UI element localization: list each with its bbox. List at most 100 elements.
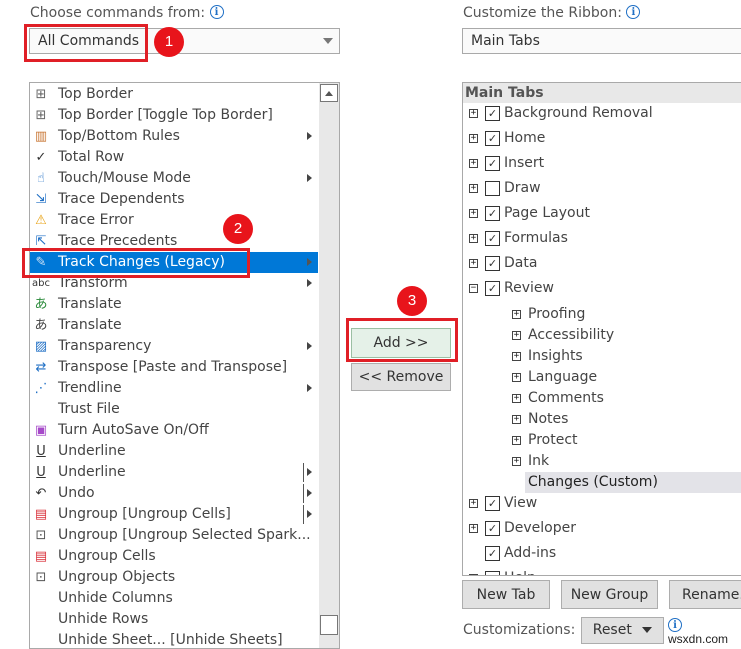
customize-ribbon-dropdown[interactable]: Main Tabs [462, 28, 741, 54]
command-item[interactable]: Unhide Columns [30, 588, 318, 609]
command-item[interactable]: ⊞ Top Border [Toggle Top Border] [30, 105, 318, 126]
command-label: Undo [58, 485, 95, 501]
ribbon-tab-item[interactable]: + ✓ Help [463, 566, 741, 575]
expand-icon[interactable]: + [512, 331, 521, 340]
commands-listbox[interactable]: ⊞ Top Border ⊞ Top Border [Toggle Top Borde… [29, 82, 340, 649]
new-group-button[interactable]: New Group [561, 580, 658, 609]
expand-icon[interactable]: + [469, 159, 478, 168]
command-item[interactable]: ⇄ Transpose [Paste and Transpose] [30, 357, 318, 378]
ribbon-tree[interactable]: Main Tabs + ✓ Background Removal + ✓ Home + ✓ In… [462, 82, 741, 576]
expand-icon[interactable]: + [512, 310, 521, 319]
remove-button[interactable]: << Remove [351, 363, 451, 391]
info-icon[interactable]: i [626, 5, 641, 19]
command-label: Transpose [Paste and Transpose] [58, 359, 288, 375]
ribbon-tab-item[interactable]: + ✓ Developer [463, 516, 741, 541]
tree-item-label: Developer [504, 520, 577, 536]
command-item[interactable]: あ Translate [30, 315, 318, 336]
ribbon-tab-item[interactable]: + Draw [463, 176, 741, 201]
tab-checkbox[interactable]: ✓ [485, 106, 500, 121]
command-item[interactable]: U Underline [30, 441, 318, 462]
expand-icon[interactable]: + [512, 394, 521, 403]
command-item[interactable]: ▨ Transparency [30, 336, 318, 357]
expand-icon[interactable]: + [469, 234, 478, 243]
command-item[interactable]: Unhide Rows [30, 609, 318, 630]
trace-dependents-icon: ⇲ [35, 192, 47, 207]
tab-checkbox[interactable]: ✓ [485, 281, 500, 296]
command-item[interactable]: ⚠ Trace Error [30, 210, 318, 231]
tab-checkbox[interactable]: ✓ [485, 156, 500, 171]
command-item[interactable]: ↶ Undo [30, 483, 318, 504]
command-item[interactable]: ✓ Total Row [30, 147, 318, 168]
command-item[interactable]: ⊡ Ungroup [Ungroup Selected Spark... [30, 525, 318, 546]
command-item[interactable]: ⇲ Trace Dependents [30, 189, 318, 210]
tab-checkbox[interactable]: ✓ [485, 571, 500, 575]
command-item[interactable]: ⊞ Top Border [30, 84, 318, 105]
command-label: Trendline [58, 380, 122, 396]
reset-button[interactable]: Reset [581, 617, 664, 644]
command-label: Transparency [58, 338, 152, 354]
ribbon-tab-item[interactable]: + ✓ View [463, 491, 741, 516]
split-separator [303, 463, 304, 482]
expand-icon[interactable]: + [469, 109, 478, 118]
command-label: Top Border [Toggle Top Border] [58, 107, 273, 123]
highlight-box-add-button [346, 318, 458, 362]
ribbon-tab-item[interactable]: + ✓ Background Removal [463, 101, 741, 126]
tab-checkbox[interactable] [485, 181, 500, 196]
expand-icon[interactable]: + [469, 184, 478, 193]
tab-checkbox[interactable]: ✓ [485, 256, 500, 271]
scroll-up-button[interactable] [320, 84, 338, 102]
ribbon-tab-item[interactable]: + ✓ Home [463, 126, 741, 151]
tab-checkbox[interactable]: ✓ [485, 546, 500, 561]
tab-checkbox[interactable]: ✓ [485, 206, 500, 221]
expand-icon[interactable]: + [512, 352, 521, 361]
command-item[interactable]: U Underline [30, 462, 318, 483]
expand-icon[interactable]: + [469, 574, 478, 575]
command-label: Trace Error [58, 212, 134, 228]
command-item[interactable]: ▣ Turn AutoSave On/Off [30, 420, 318, 441]
expand-icon[interactable]: + [512, 415, 521, 424]
scroll-thumb[interactable] [320, 615, 338, 635]
expand-icon[interactable]: + [469, 134, 478, 143]
command-item[interactable]: ▥ Top/Bottom Rules [30, 126, 318, 147]
ribbon-tab-item[interactable]: + ✓ Insert [463, 151, 741, 176]
reset-label: Reset [592, 622, 632, 638]
expand-icon[interactable]: + [469, 499, 478, 508]
expand-icon[interactable]: + [469, 259, 478, 268]
ribbon-tab-item[interactable]: − ✓ Review [463, 276, 741, 301]
ribbon-tab-item[interactable]: + ✓ Page Layout [463, 201, 741, 226]
tab-checkbox[interactable]: ✓ [485, 521, 500, 536]
expand-icon[interactable]: + [512, 436, 521, 445]
submenu-arrow-icon [307, 279, 312, 287]
expand-icon[interactable]: + [469, 209, 478, 218]
command-item[interactable]: ▤ Ungroup [Ungroup Cells] [30, 504, 318, 525]
commands-scrollbar[interactable] [319, 83, 339, 648]
info-icon[interactable]: i [668, 618, 682, 632]
rename-button[interactable]: Rename... [669, 580, 741, 609]
command-item[interactable]: Trust File [30, 399, 318, 420]
command-item[interactable]: ▤ Ungroup Cells [30, 546, 318, 567]
tab-checkbox[interactable]: ✓ [485, 131, 500, 146]
tab-checkbox[interactable]: ✓ [485, 231, 500, 246]
ribbon-tab-item[interactable]: ✓ Add-ins [463, 541, 741, 566]
chevron-down-icon [323, 38, 333, 44]
ribbon-tab-item[interactable]: + ✓ Formulas [463, 226, 741, 251]
tab-checkbox[interactable]: ✓ [485, 496, 500, 511]
info-icon[interactable]: i [209, 5, 224, 19]
step-badge-1: 1 [154, 27, 184, 57]
command-label: Top Border [58, 86, 134, 102]
expand-icon[interactable]: + [512, 373, 521, 382]
tree-item-label: Draw [504, 180, 541, 196]
command-item[interactable]: Unhide Sheet... [Unhide Sheets] [30, 630, 318, 648]
command-label: Unhide Sheet... [Unhide Sheets] [58, 632, 283, 648]
command-item[interactable]: あ Translate [30, 294, 318, 315]
expand-icon[interactable]: + [469, 524, 478, 533]
highlight-box-track-changes [22, 248, 250, 278]
collapse-icon[interactable]: − [469, 284, 478, 293]
new-tab-button[interactable]: New Tab [462, 580, 550, 609]
command-item[interactable]: ⊡ Ungroup Objects [30, 567, 318, 588]
ribbon-tab-item[interactable]: + ✓ Data [463, 251, 741, 276]
command-item[interactable]: ⋰ Trendline [30, 378, 318, 399]
command-item[interactable]: ☝ Touch/Mouse Mode [30, 168, 318, 189]
expand-icon[interactable]: + [512, 457, 521, 466]
command-label: Trace Dependents [58, 191, 185, 207]
